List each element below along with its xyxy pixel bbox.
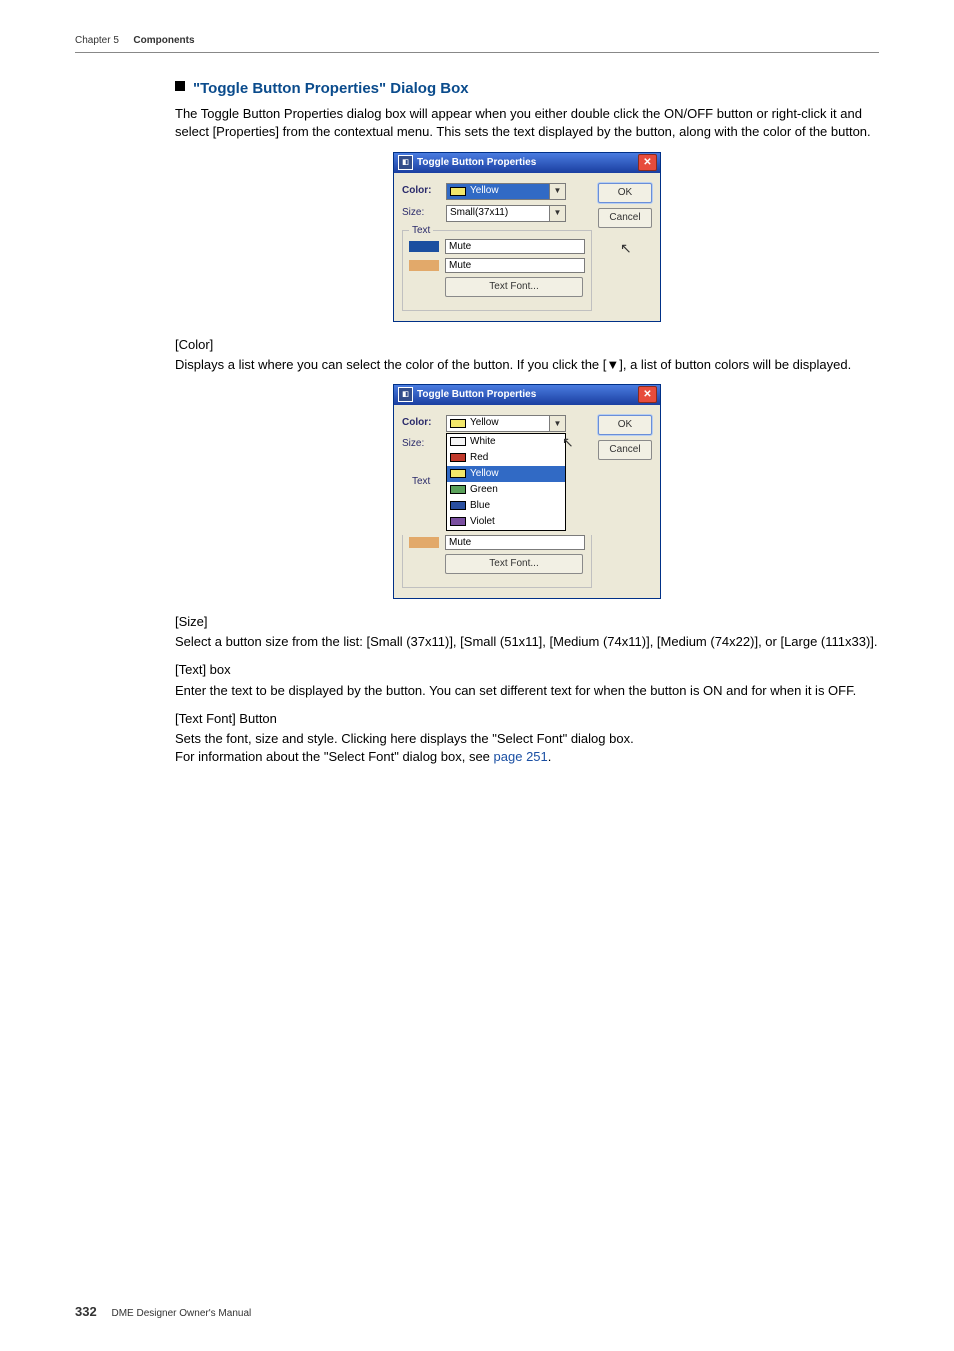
app-icon: ◧ <box>398 387 413 402</box>
color-swatch-icon <box>450 187 466 196</box>
text-group-label: Text <box>409 224 433 238</box>
color-swatch-icon <box>450 501 466 510</box>
text-on-input[interactable] <box>445 239 585 254</box>
textfont-section-body: Sets the font, size and style. Clicking … <box>175 730 879 766</box>
textfont-line1: Sets the font, size and style. Clicking … <box>175 731 634 746</box>
dialog-title: Toggle Button Properties <box>417 388 536 402</box>
chevron-down-icon[interactable]: ▼ <box>549 206 565 221</box>
page-number: 332 <box>75 1304 97 1319</box>
app-icon: ◧ <box>398 155 413 170</box>
text-off-input[interactable] <box>445 258 585 273</box>
color-value: Yellow <box>470 184 499 198</box>
ok-button[interactable]: OK <box>598 415 652 435</box>
color-swatch-icon <box>450 437 466 446</box>
page-reference-link[interactable]: page 251 <box>494 749 548 764</box>
size-label: Size: <box>402 437 446 451</box>
size-section-text: Select a button size from the list: [Sma… <box>175 633 879 651</box>
color-value: Yellow <box>470 416 499 430</box>
text-off-input[interactable] <box>445 535 585 550</box>
size-section-heading: [Size] <box>175 613 879 631</box>
size-label: Size: <box>402 206 446 220</box>
size-value: Small(37x11) <box>450 206 508 220</box>
textfont-line2-suffix: . <box>548 749 552 764</box>
color-section-text: Displays a list where you can select the… <box>175 356 879 374</box>
dialog-toggle-properties-2: ◧ Toggle Button Properties ✕ Color: Yell… <box>393 384 661 599</box>
text-font-button[interactable]: Text Font... <box>445 554 583 574</box>
section-title: "Toggle Button Properties" Dialog Box <box>175 78 879 99</box>
color-swatch-icon <box>450 469 466 478</box>
list-item[interactable]: Violet <box>447 514 565 530</box>
textfont-line2-prefix: For information about the "Select Font" … <box>175 749 494 764</box>
ok-button[interactable]: OK <box>598 183 652 203</box>
color-swatch-icon <box>450 453 466 462</box>
page-footer: 332 DME Designer Owner's Manual <box>75 1303 251 1321</box>
preview-off-icon <box>409 537 439 548</box>
textbox-section-text: Enter the text to be displayed by the bu… <box>175 682 879 700</box>
close-button[interactable]: ✕ <box>638 154 657 171</box>
section-label: Components <box>133 35 194 46</box>
dialog-toggle-properties-1: ◧ Toggle Button Properties ✕ Color: Yell… <box>393 152 661 322</box>
size-combobox[interactable]: Small(37x11) ▼ <box>446 205 566 222</box>
text-group-label: Text <box>409 475 433 489</box>
color-label: Color: <box>402 416 446 430</box>
textfont-section-heading: [Text Font] Button <box>175 710 879 728</box>
list-item[interactable]: Blue <box>447 498 565 514</box>
color-combobox[interactable]: Yellow ▼ <box>446 415 566 432</box>
close-button[interactable]: ✕ <box>638 386 657 403</box>
dialog-titlebar[interactable]: ◧ Toggle Button Properties ✕ <box>394 153 660 173</box>
intro-paragraph: The Toggle Button Properties dialog box … <box>175 105 879 141</box>
dialog-title: Toggle Button Properties <box>417 156 536 170</box>
list-item[interactable]: Red <box>447 450 565 466</box>
color-label: Color: <box>402 184 446 198</box>
text-font-button[interactable]: Text Font... <box>445 277 583 297</box>
manual-title: DME Designer Owner's Manual <box>111 1308 251 1319</box>
chevron-down-icon[interactable]: ▼ <box>549 416 565 431</box>
color-swatch-icon <box>450 419 466 428</box>
cursor-icon: ↖ <box>620 239 632 259</box>
chapter-label: Chapter 5 <box>75 35 119 46</box>
list-item[interactable]: Green <box>447 482 565 498</box>
page-header: Chapter 5 Components <box>75 30 879 53</box>
dialog-titlebar[interactable]: ◧ Toggle Button Properties ✕ <box>394 385 660 405</box>
color-dropdown-list[interactable]: White Red Yellow <box>446 433 566 531</box>
chevron-down-icon[interactable]: ▼ <box>549 184 565 199</box>
bullet-icon <box>175 81 185 91</box>
preview-off-icon <box>409 260 439 271</box>
textbox-section-heading: [Text] box <box>175 661 879 679</box>
color-combobox[interactable]: Yellow ▼ <box>446 183 566 200</box>
preview-on-icon <box>409 241 439 252</box>
color-swatch-icon <box>450 485 466 494</box>
list-item[interactable]: White <box>447 434 565 450</box>
list-item[interactable]: Yellow <box>447 466 565 482</box>
color-swatch-icon <box>450 517 466 526</box>
color-section-heading: [Color] <box>175 336 879 354</box>
cancel-button[interactable]: Cancel <box>598 208 652 228</box>
cancel-button[interactable]: Cancel <box>598 440 652 460</box>
